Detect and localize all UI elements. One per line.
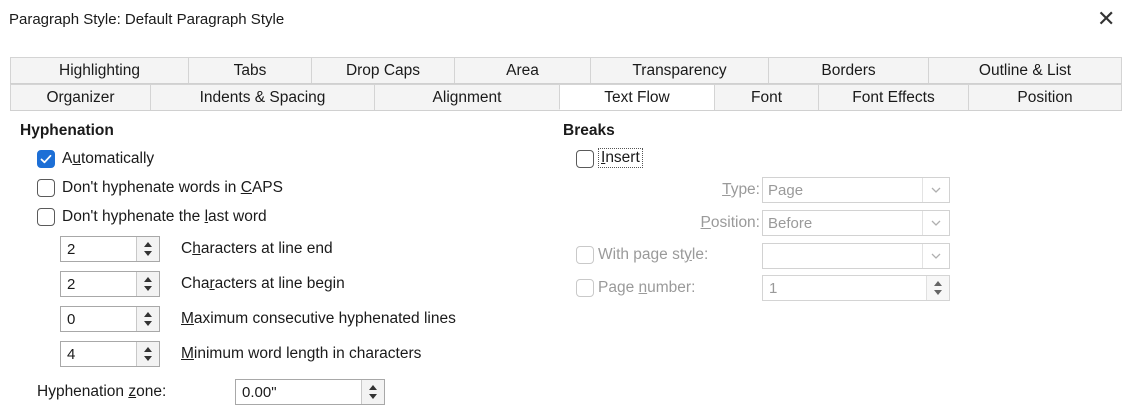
chevron-down-icon[interactable]	[922, 244, 949, 268]
tab-text-flow[interactable]: Text Flow	[559, 84, 714, 110]
break-type-label: Type:	[722, 181, 760, 198]
tab-outline-list[interactable]: Outline & List	[928, 57, 1122, 83]
max-hyphenated-lines-value: 0	[67, 311, 76, 328]
spin-up-icon	[144, 242, 152, 247]
page-number-checkbox[interactable]	[576, 279, 594, 297]
tab-highlighting[interactable]: Highlighting	[10, 57, 188, 83]
break-position-value: Before	[768, 215, 813, 232]
dont-hyphenate-last-word-label: Don't hyphenate the last word	[62, 208, 267, 225]
hyphenation-zone-spinner[interactable]: 0.00"	[235, 379, 385, 405]
tab-row-2: Organizer Indents & Spacing Alignment Te…	[10, 84, 1122, 111]
chars-at-line-begin-label: Characters at line begin	[181, 275, 345, 292]
insert-break-checkbox[interactable]	[576, 150, 594, 168]
max-hyphenated-lines-spinner[interactable]: 0	[60, 306, 160, 332]
tab-tabs[interactable]: Tabs	[188, 57, 311, 83]
chars-at-line-begin-value: 2	[67, 276, 76, 293]
tab-organizer[interactable]: Organizer	[10, 84, 150, 110]
tab-transparency[interactable]: Transparency	[590, 57, 768, 83]
tab-font[interactable]: Font	[714, 84, 818, 110]
spin-up-icon	[934, 281, 942, 286]
chevron-down-icon[interactable]	[922, 178, 949, 202]
spin-buttons[interactable]	[136, 307, 159, 331]
page-number-label: Page number:	[598, 279, 696, 296]
page-number-value: 1	[769, 280, 778, 297]
automatically-label: Automatically	[62, 150, 155, 167]
min-word-length-spinner[interactable]: 4	[60, 341, 160, 367]
spin-down-icon	[934, 290, 942, 295]
spin-buttons[interactable]	[926, 276, 949, 300]
break-type-dropdown[interactable]: Page	[762, 177, 950, 203]
with-page-style-checkbox[interactable]	[576, 246, 594, 264]
insert-break-label: Insert	[598, 148, 643, 168]
spin-up-icon	[144, 312, 152, 317]
min-word-length-label: Minimum word length in characters	[181, 345, 422, 362]
break-position-label: Position:	[700, 214, 760, 231]
tab-alignment[interactable]: Alignment	[374, 84, 559, 110]
spin-buttons[interactable]	[136, 342, 159, 366]
tab-row-1: Highlighting Tabs Drop Caps Area Transpa…	[10, 57, 1122, 84]
chars-at-line-begin-spinner[interactable]: 2	[60, 271, 160, 297]
hyphenation-zone-label: Hyphenation zone:	[37, 383, 167, 400]
chars-at-line-end-spinner[interactable]: 2	[60, 236, 160, 262]
spin-up-icon	[144, 347, 152, 352]
window-title: Paragraph Style: Default Paragraph Style	[9, 11, 285, 28]
tab-indents-spacing[interactable]: Indents & Spacing	[150, 84, 374, 110]
hyphenation-heading: Hyphenation	[20, 122, 114, 139]
dont-hyphenate-caps-checkbox[interactable]	[37, 179, 55, 197]
spin-buttons[interactable]	[136, 237, 159, 261]
page-number-spinner[interactable]: 1	[762, 275, 950, 301]
spin-up-icon	[369, 385, 377, 390]
break-type-value: Page	[768, 182, 804, 199]
break-position-dropdown[interactable]: Before	[762, 210, 950, 236]
page-style-dropdown[interactable]	[762, 243, 950, 269]
checkmark-icon	[40, 154, 52, 164]
spin-down-icon	[144, 321, 152, 326]
min-word-length-value: 4	[67, 346, 76, 363]
text-flow-panel	[10, 110, 1122, 406]
tab-area[interactable]: Area	[454, 57, 590, 83]
max-hyphenated-lines-label: Maximum consecutive hyphenated lines	[181, 310, 456, 327]
breaks-heading: Breaks	[563, 122, 615, 139]
with-page-style-label: With page style:	[598, 246, 709, 263]
spin-down-icon	[369, 394, 377, 399]
spin-down-icon	[144, 356, 152, 361]
tab-font-effects[interactable]: Font Effects	[818, 84, 968, 110]
spin-buttons[interactable]	[136, 272, 159, 296]
spin-down-icon	[144, 286, 152, 291]
spin-buttons[interactable]	[361, 380, 384, 404]
dont-hyphenate-caps-label: Don't hyphenate words in CAPS	[62, 179, 283, 196]
automatically-checkbox[interactable]	[37, 150, 55, 168]
hyphenation-zone-value: 0.00"	[242, 384, 277, 401]
spin-up-icon	[144, 277, 152, 282]
tab-position[interactable]: Position	[968, 84, 1122, 110]
chevron-down-icon[interactable]	[922, 211, 949, 235]
chars-at-line-end-label: Characters at line end	[181, 240, 333, 257]
tab-borders[interactable]: Borders	[768, 57, 928, 83]
close-icon[interactable]: ✕	[1097, 8, 1115, 30]
tab-drop-caps[interactable]: Drop Caps	[311, 57, 454, 83]
chars-at-line-end-value: 2	[67, 241, 76, 258]
dont-hyphenate-last-word-checkbox[interactable]	[37, 208, 55, 226]
spin-down-icon	[144, 251, 152, 256]
